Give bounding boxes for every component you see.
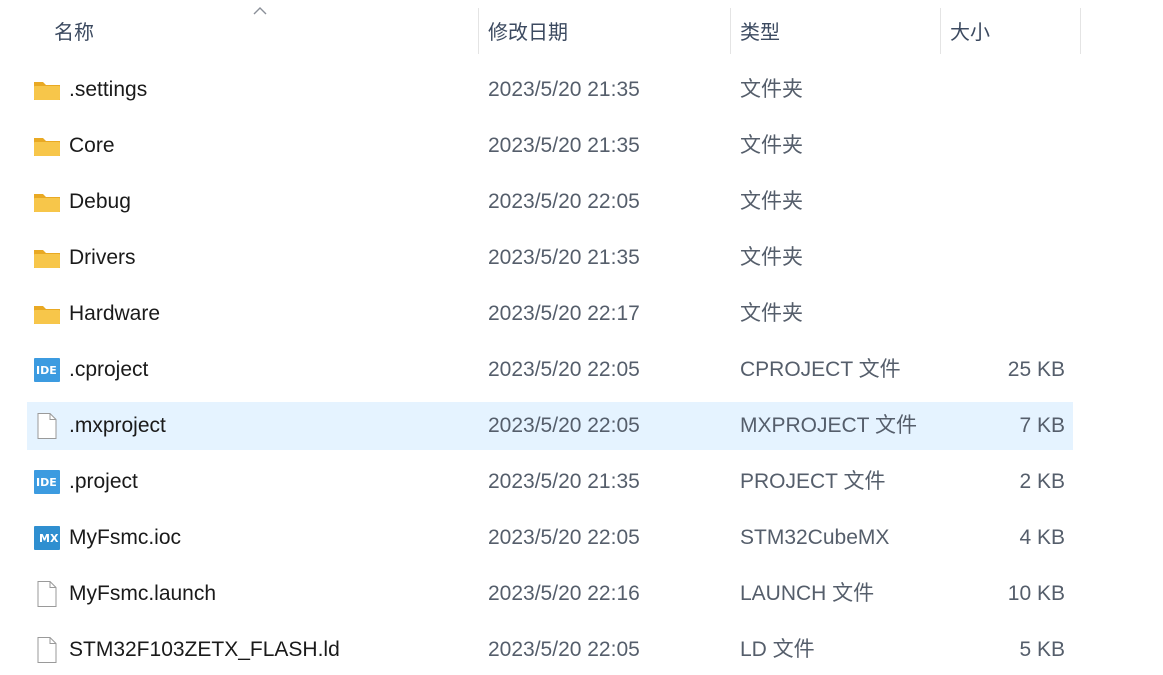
file-size: 4 KB xyxy=(1019,526,1065,549)
file-name: Drivers xyxy=(69,246,136,269)
file-name: .project xyxy=(69,470,138,493)
file-row[interactable]: .mxproject 2023/5/20 22:05 MXPROJECT 文件 7 K… xyxy=(27,402,1073,450)
blank-file-icon xyxy=(33,637,61,663)
file-name: .cproject xyxy=(69,358,149,381)
file-row[interactable]: Drivers 2023/5/20 21:35 文件夹 xyxy=(27,234,1073,282)
file-row[interactable]: IDE .project 2023/5/20 21:35 PROJECT 文件 2 KB xyxy=(27,458,1073,506)
file-type: LD 文件 xyxy=(740,638,815,661)
cubemx-file-icon: MX xyxy=(33,525,61,551)
file-date-modified: 2023/5/20 22:05 xyxy=(488,190,640,213)
column-header-type[interactable]: 类型 xyxy=(730,0,940,64)
file-date-modified: 2023/5/20 22:05 xyxy=(488,414,640,437)
file-row[interactable]: STM32F103ZETX_FLASH.ld 2023/5/20 22:05 LD … xyxy=(27,626,1073,674)
svg-text:IDE: IDE xyxy=(36,476,57,489)
file-date-modified: 2023/5/20 22:05 xyxy=(488,526,640,549)
file-name: Core xyxy=(69,134,115,157)
file-date-modified: 2023/5/20 22:05 xyxy=(488,358,640,381)
folder-icon xyxy=(33,189,61,215)
file-name: .settings xyxy=(69,78,148,101)
file-type: CPROJECT 文件 xyxy=(740,358,901,381)
blank-file-icon xyxy=(33,413,61,439)
file-row[interactable]: Debug 2023/5/20 22:05 文件夹 xyxy=(27,178,1073,226)
file-row[interactable]: .settings 2023/5/20 21:35 文件夹 xyxy=(27,66,1073,114)
file-date-modified: 2023/5/20 22:17 xyxy=(488,302,640,325)
file-row[interactable]: MX MyFsmc.ioc 2023/5/20 22:05 STM32CubeMX 4 … xyxy=(27,514,1073,562)
svg-text:MX: MX xyxy=(39,532,59,545)
column-divider[interactable] xyxy=(1080,8,1081,54)
file-name: STM32F103ZETX_FLASH.ld xyxy=(69,638,340,661)
folder-icon xyxy=(33,77,61,103)
file-date-modified: 2023/5/20 21:35 xyxy=(488,470,640,493)
file-name: MyFsmc.launch xyxy=(69,582,217,605)
file-size: 7 KB xyxy=(1019,414,1065,437)
file-size: 5 KB xyxy=(1019,638,1065,661)
file-name: .mxproject xyxy=(69,414,166,437)
file-date-modified: 2023/5/20 21:35 xyxy=(488,246,640,269)
file-type: PROJECT 文件 xyxy=(740,470,886,493)
file-type: 文件夹 xyxy=(740,78,803,101)
column-header-name[interactable]: 名称 xyxy=(44,0,478,64)
folder-icon xyxy=(33,245,61,271)
file-type: 文件夹 xyxy=(740,134,803,157)
file-size: 25 KB xyxy=(1007,358,1065,381)
file-name: Hardware xyxy=(69,302,161,325)
file-row[interactable]: IDE .cproject 2023/5/20 22:05 CPROJECT 文件 25… xyxy=(27,346,1073,394)
file-type: 文件夹 xyxy=(740,302,803,325)
file-name: MyFsmc.ioc xyxy=(69,526,181,549)
column-header-bar: 名称 修改日期 类型 大小 xyxy=(0,0,1163,64)
folder-icon xyxy=(33,133,61,159)
column-header-size[interactable]: 大小 xyxy=(940,0,1080,64)
svg-text:IDE: IDE xyxy=(36,364,57,377)
file-date-modified: 2023/5/20 21:35 xyxy=(488,134,640,157)
ide-file-icon: IDE xyxy=(33,469,61,495)
file-date-modified: 2023/5/20 21:35 xyxy=(488,78,640,101)
file-date-modified: 2023/5/20 22:16 xyxy=(488,582,640,605)
file-row[interactable]: Hardware 2023/5/20 22:17 文件夹 xyxy=(27,290,1073,338)
file-size: 10 KB xyxy=(1007,582,1065,605)
column-header-date[interactable]: 修改日期 xyxy=(478,0,730,64)
file-row[interactable]: MyFsmc.launch 2023/5/20 22:16 LAUNCH 文件 10 … xyxy=(27,570,1073,618)
ide-file-icon: IDE xyxy=(33,357,61,383)
file-type: 文件夹 xyxy=(740,246,803,269)
file-type: LAUNCH 文件 xyxy=(740,582,875,605)
file-name: Debug xyxy=(69,190,131,213)
folder-icon xyxy=(33,301,61,327)
file-size: 2 KB xyxy=(1019,470,1065,493)
file-type: STM32CubeMX xyxy=(740,526,890,549)
file-type: 文件夹 xyxy=(740,190,803,213)
file-row[interactable]: Core 2023/5/20 21:35 文件夹 xyxy=(27,122,1073,170)
file-date-modified: 2023/5/20 22:05 xyxy=(488,638,640,661)
blank-file-icon xyxy=(33,581,61,607)
file-type: MXPROJECT 文件 xyxy=(740,414,917,437)
